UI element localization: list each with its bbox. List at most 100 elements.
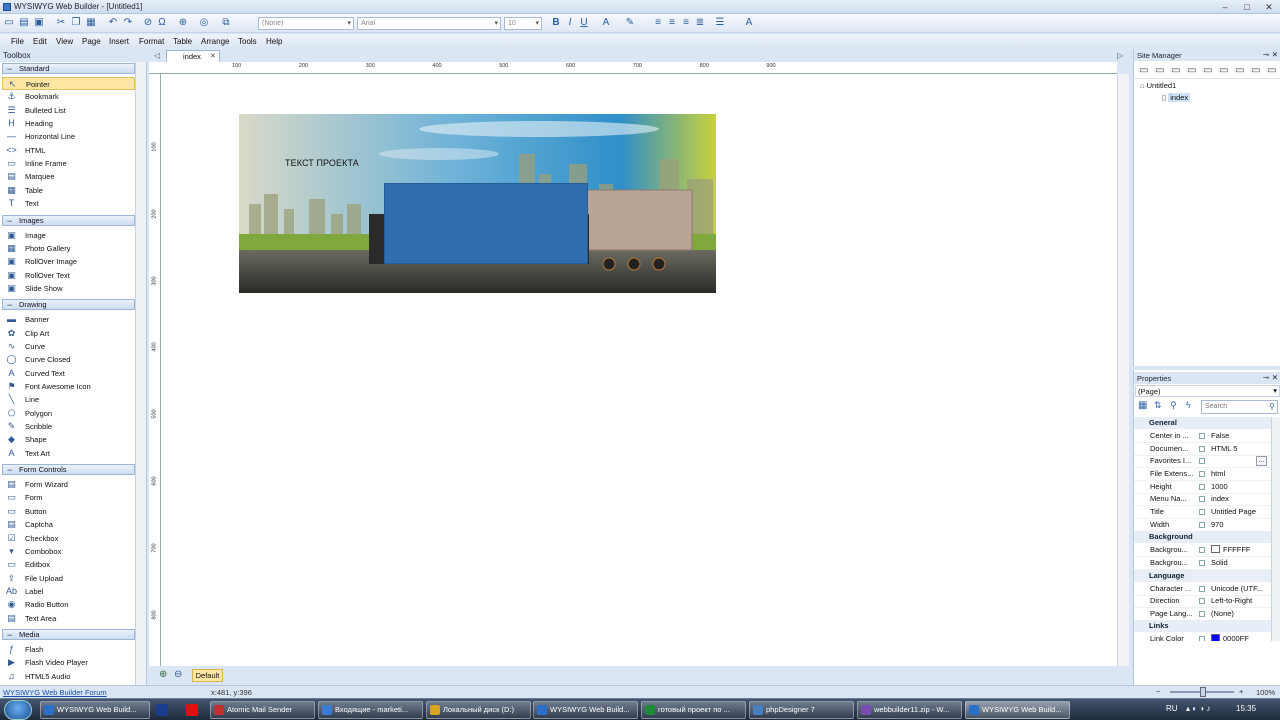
toolbox-item-checkbox[interactable]: ☑ Checkbox	[2, 532, 135, 545]
property-section-language[interactable]: Language	[1134, 569, 1272, 582]
toolbox-item-text-area[interactable]: ▤ Text Area	[2, 612, 135, 625]
add-master-icon[interactable]: ⊕	[159, 669, 167, 680]
toolbox-item-marquee[interactable]: ▤ Marquee	[2, 170, 135, 183]
property-row[interactable]: Backgrou... FFFFFF	[1134, 544, 1272, 558]
property-reset-checkbox[interactable]	[1199, 547, 1205, 554]
page-props-icon[interactable]: ▭	[1171, 65, 1180, 76]
add-folder-icon[interactable]: ▭	[1155, 65, 1164, 76]
save-icon[interactable]: ▣	[33, 17, 45, 29]
property-section-background[interactable]: Background	[1134, 531, 1272, 544]
property-search-input[interactable]	[1202, 401, 1262, 412]
zoom-in-icon[interactable]: +	[1239, 687, 1243, 696]
toolbox-item-image[interactable]: ▣ Image	[2, 229, 135, 242]
remove-master-icon[interactable]: ⊖	[174, 669, 182, 680]
find-icon[interactable]: ⊘	[142, 17, 154, 29]
property-value[interactable]: (None)	[1211, 608, 1234, 620]
toolbox-item-photo-gallery[interactable]: ▦ Photo Gallery	[2, 242, 135, 255]
toolbox-item-flash-video-player[interactable]: ▶ Flash Video Player	[2, 656, 135, 669]
property-reset-checkbox[interactable]	[1199, 458, 1205, 465]
toolbox-category-media[interactable]: Media	[2, 628, 135, 640]
property-reset-checkbox[interactable]	[1199, 585, 1205, 592]
close-button[interactable]: ✕	[1258, 1, 1280, 13]
toolbox-category-standard[interactable]: Standard	[2, 63, 135, 74]
property-value[interactable]: 0000FF	[1211, 633, 1249, 641]
minimize-button[interactable]: –	[1214, 1, 1236, 13]
toolbox-item-html[interactable]: <> HTML	[2, 144, 135, 157]
toolbox-item-table[interactable]: ▦ Table	[2, 184, 135, 197]
toolbox-item-button[interactable]: ▭ Button	[2, 505, 135, 518]
maximize-button[interactable]: □	[1236, 1, 1258, 13]
toolbox-category-images[interactable]: Images	[2, 214, 135, 226]
menu-view[interactable]: View	[56, 37, 73, 46]
tab-scroll-left-icon[interactable]: ◁	[154, 51, 160, 60]
property-value[interactable]: Solid	[1211, 557, 1228, 569]
property-row[interactable]: Documen... HTML 5	[1134, 443, 1272, 456]
property-value[interactable]: Left-to-Right	[1211, 595, 1252, 607]
taskbar-item[interactable]: phpDesigner 7	[749, 701, 854, 719]
toolbox-item-clip-art[interactable]: ✿ Clip Art	[2, 327, 135, 340]
toolbox-item-form[interactable]: ▭ Form	[2, 491, 135, 504]
toolbox-item-html5-audio[interactable]: ♫ HTML5 Audio	[2, 670, 135, 683]
property-scrollbar[interactable]	[1271, 417, 1280, 641]
menu-insert[interactable]: Insert	[109, 37, 129, 46]
master-page-tab[interactable]: Default	[192, 669, 223, 682]
tray-icons[interactable]: ▴ ◐ ◑ ♪	[1186, 704, 1210, 713]
toolbox-item-text-art[interactable]: A Text Art	[2, 447, 135, 460]
toolbox-item-polygon[interactable]: ⬠ Polygon	[2, 407, 135, 420]
taskbar-item[interactable]: WYSIWYG Web Build...	[40, 701, 150, 719]
property-row[interactable]: Backgrou... Solid	[1134, 557, 1272, 570]
pin-icon[interactable]: ⊸	[1263, 373, 1269, 382]
property-row[interactable]: Width 970	[1134, 519, 1272, 532]
menu-file[interactable]: File	[11, 37, 24, 46]
font-combo[interactable]: Arial ▾	[357, 17, 501, 30]
property-row[interactable]: Page Lang... (None)	[1134, 608, 1272, 621]
toolbox-item-file-upload[interactable]: ⇪ File Upload	[2, 572, 135, 585]
toolbox-item-bulleted-list[interactable]: ☰ Bulleted List	[2, 104, 135, 117]
property-reset-checkbox[interactable]	[1199, 433, 1205, 439]
zoom-out-icon[interactable]: −	[1156, 687, 1160, 696]
taskbar-item[interactable]: WYSIWYG Web Build...	[533, 701, 638, 719]
property-reset-checkbox[interactable]	[1199, 610, 1205, 617]
toolbox-item-slide-show[interactable]: ▣ Slide Show	[2, 282, 135, 295]
property-value[interactable]: Untitled Page	[1211, 506, 1256, 518]
toolbox-item-combobox[interactable]: ▾ Combobox	[2, 545, 135, 558]
taskbar-item[interactable]: Atomic Mail Sender	[210, 701, 315, 719]
lock-icon[interactable]: ▭	[1267, 65, 1276, 76]
toolbox-item-rollover-text[interactable]: ▣ RollOver Text	[2, 269, 135, 282]
site-tree-root[interactable]: ⌂ Untitled1	[1140, 81, 1176, 90]
toolbox-category-form-controls[interactable]: Form Controls	[2, 464, 135, 476]
redo-icon[interactable]: ↷	[122, 17, 134, 29]
ellipsis-button[interactable]: …	[1256, 456, 1267, 467]
cut-icon[interactable]: ✂	[55, 17, 67, 29]
blue-shape[interactable]	[384, 183, 588, 264]
pin-icon[interactable]: ⊸	[1263, 50, 1269, 59]
toolbox-item-shape[interactable]: ◆ Shape	[2, 433, 135, 446]
underline-icon[interactable]: U	[578, 17, 590, 29]
style-combo[interactable]: (None) ▾	[258, 17, 354, 30]
toolbox-item-captcha[interactable]: ▤ Captcha	[2, 518, 135, 531]
bullet-list-icon[interactable]: ☰	[714, 17, 726, 29]
taskbar-item[interactable]: webbuilder11.zip - W...	[857, 701, 962, 719]
justify-icon[interactable]: ≣	[694, 17, 706, 29]
property-row[interactable]: Direction Left-to-Right	[1134, 595, 1272, 609]
toolbox-item-rollover-image[interactable]: ▣ RollOver Image	[2, 255, 135, 268]
close-tab-icon[interactable]: ✕	[210, 52, 216, 60]
start-button[interactable]	[4, 700, 32, 720]
toolbox-item-label[interactable]: Ab Label	[2, 585, 135, 598]
toolbox-item-scribble[interactable]: ✎ Scribble	[2, 420, 135, 433]
property-reset-checkbox[interactable]	[1199, 521, 1205, 528]
property-value[interactable]: Unicode (UTF...	[1211, 583, 1263, 595]
toolbox-item-banner[interactable]: ▬ Banner	[2, 313, 135, 326]
highlight-icon[interactable]: ✎	[624, 17, 636, 29]
close-panel-icon[interactable]: ✕	[1272, 50, 1278, 59]
property-reset-checkbox[interactable]	[1199, 559, 1205, 566]
property-row[interactable]: Height 1000	[1134, 481, 1272, 494]
hero-heading-text[interactable]: ТЕКСТ ПРОЕКТА	[285, 158, 359, 168]
property-value[interactable]: FFFFFF	[1211, 544, 1251, 556]
copy-page-icon[interactable]: ▭	[1187, 65, 1196, 76]
property-row[interactable]: Menu Na... index	[1134, 493, 1272, 507]
opera-icon[interactable]	[186, 704, 198, 716]
photoshop-icon[interactable]	[156, 704, 168, 716]
italic-icon[interactable]: I	[564, 17, 576, 29]
toolbox-item-editbox[interactable]: ▭ Editbox	[2, 558, 135, 571]
